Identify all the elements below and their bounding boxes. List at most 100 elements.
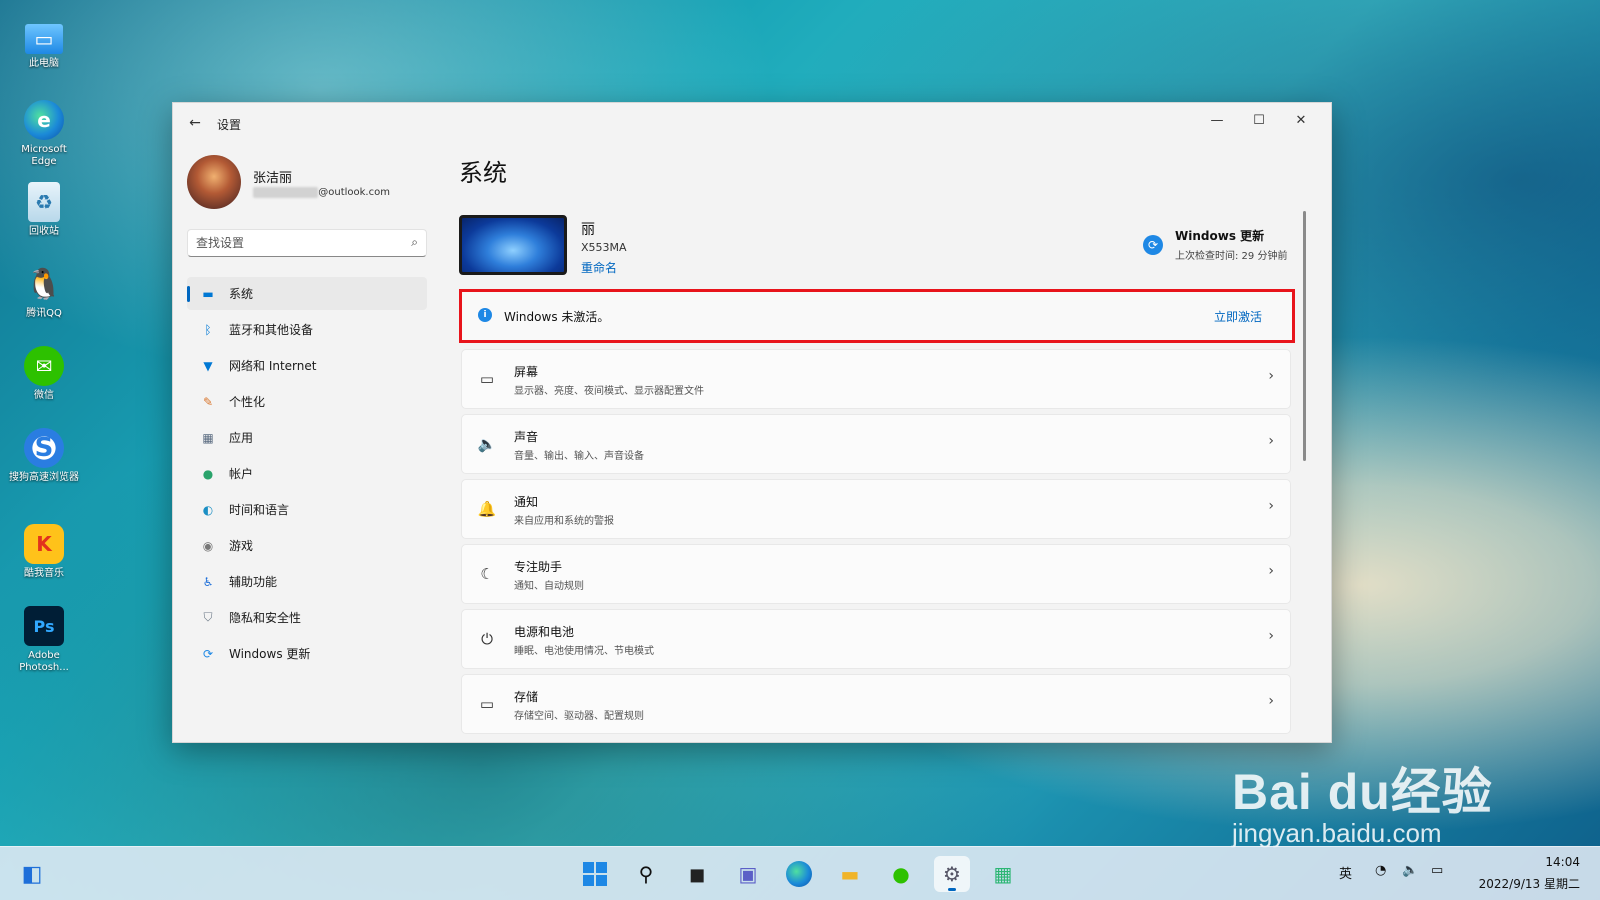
image-app-icon: ▦ <box>993 862 1013 886</box>
monitor-icon: ▭ <box>479 370 495 388</box>
wechat-icon: ✉ <box>24 346 64 386</box>
sidebar-item-time-language[interactable]: ◐ 时间和语言 <box>187 493 427 526</box>
task-view-button[interactable]: ◼ <box>679 856 715 892</box>
power-icon: ⏻ <box>481 630 493 648</box>
search-taskbar-button[interactable]: ⚲ <box>628 856 664 892</box>
sidebar-item-apps[interactable]: ▦ 应用 <box>187 421 427 454</box>
gamepad-icon: ◉ <box>202 538 214 553</box>
settings-card-power[interactable]: ⏻ 电源和电池 睡眠、电池使用情况、节电模式 › <box>461 609 1291 669</box>
desktop-icon-recycle-bin[interactable]: ♻ 回收站 <box>8 182 80 264</box>
chevron-right-icon: › <box>1268 563 1274 579</box>
clock-time[interactable]: 14:04 <box>1545 855 1580 869</box>
battery-icon[interactable]: ▭ <box>1431 863 1443 878</box>
desktop-icon-label: Adobe Photosh... <box>19 650 69 673</box>
card-subtitle: 睡眠、电池使用情况、节电模式 <box>514 646 654 657</box>
folder-icon: ▬ <box>840 862 860 886</box>
desktop-icon-qq[interactable]: 🐧 腾讯QQ <box>8 264 80 346</box>
device-name: 丽 <box>581 222 595 238</box>
main-content: 系统 丽 X553MA 重命名 ⟳ Windows 更新 上次检查时间: 29 … <box>457 143 1317 743</box>
task-view-icon: ◼ <box>688 862 706 886</box>
settings-taskbar-button[interactable]: ⚙ <box>934 856 970 892</box>
desktop-icon-photoshop[interactable]: Ps Adobe Photosh... <box>8 606 80 688</box>
sidebar-item-personalization[interactable]: ✎ 个性化 <box>187 385 427 418</box>
update-title[interactable]: Windows 更新 <box>1175 227 1264 244</box>
sidebar-item-gaming[interactable]: ◉ 游戏 <box>187 529 427 562</box>
accessibility-icon: ♿ <box>202 574 214 589</box>
baidu-watermark: Bai du经验 jingyan.baidu.com <box>1232 752 1493 849</box>
settings-card-notifications[interactable]: 🔔 通知 来自应用和系统的警报 › <box>461 479 1291 539</box>
sidebar-item-privacy[interactable]: ⛉ 隐私和安全性 <box>187 601 427 634</box>
edge-taskbar-button[interactable] <box>781 856 817 892</box>
sidebar-item-windows-update[interactable]: ⟳ Windows 更新 <box>187 637 427 670</box>
settings-card-storage[interactable]: ▭ 存储 存储空间、驱动器、配置规则 › <box>461 674 1291 734</box>
search-icon: ⚲ <box>638 862 654 886</box>
window-title: 设置 <box>217 118 242 132</box>
desktop-icon-sogou[interactable]: S 搜狗高速浏览器 <box>8 428 80 524</box>
card-subtitle: 存储空间、驱动器、配置规则 <box>514 711 644 722</box>
recycle-bin-icon: ♻ <box>28 182 60 222</box>
desktop-icon-edge[interactable]: e Microsoft Edge <box>8 100 80 182</box>
desktop-icon-label: 腾讯QQ <box>26 308 62 319</box>
device-model: X553MA <box>581 241 627 254</box>
avatar <box>187 155 241 209</box>
pen-icon: ✎ <box>202 394 214 409</box>
clock-date[interactable]: 2022/9/13 星期二 <box>1479 875 1580 892</box>
sidebar-item-label: 蓝牙和其他设备 <box>229 323 314 337</box>
settings-card-sound[interactable]: 🔈 声音 音量、输出、输入、声音设备 › <box>461 414 1291 474</box>
volume-icon[interactable]: 🔈 <box>1402 863 1418 878</box>
activate-now-link[interactable]: 立即激活 <box>1214 308 1262 325</box>
sidebar-item-label: 网络和 Internet <box>229 359 317 373</box>
chevron-right-icon: › <box>1268 498 1274 514</box>
desktop-icon-kuwo[interactable]: K 酷我音乐 <box>8 524 80 606</box>
settings-card-focus-assist[interactable]: ☾ 专注助手 通知、自动规则 › <box>461 544 1291 604</box>
desktop-icon-label: Microsoft Edge <box>21 144 67 167</box>
photoshop-icon: Ps <box>24 606 64 646</box>
arrow-left-icon: ← <box>189 115 201 131</box>
search-icon[interactable]: ⌕ <box>411 235 418 250</box>
app-taskbar-button[interactable]: ▦ <box>985 856 1021 892</box>
maximize-button[interactable]: ☐ <box>1239 107 1279 133</box>
card-subtitle: 来自应用和系统的警报 <box>514 516 614 527</box>
settings-card-display[interactable]: ▭ 屏幕 显示器、亮度、夜间模式、显示器配置文件 › <box>461 349 1291 409</box>
desktop-icon-label: 此电脑 <box>29 58 59 69</box>
rename-link[interactable]: 重命名 <box>581 259 617 276</box>
widgets-button[interactable]: ◧ <box>14 856 50 892</box>
edge-icon <box>786 861 812 887</box>
activation-message: Windows 未激活。 <box>504 310 610 324</box>
search-input[interactable] <box>196 234 396 252</box>
sidebar-item-accounts[interactable]: ● 帐户 <box>187 457 427 490</box>
wifi-tray-icon[interactable]: ◔ <box>1375 863 1386 878</box>
sidebar-item-accessibility[interactable]: ♿ 辅助功能 <box>187 565 427 598</box>
wechat-icon: ● <box>892 862 910 886</box>
ime-indicator[interactable]: 英 <box>1339 863 1352 882</box>
chat-button[interactable]: ▣ <box>730 856 766 892</box>
desktop-icon-label: 微信 <box>34 390 54 401</box>
sidebar-item-label: Windows 更新 <box>229 647 311 661</box>
apps-icon: ▦ <box>202 430 214 445</box>
back-button[interactable]: ← <box>183 111 207 135</box>
sidebar-item-bluetooth[interactable]: ᛒ 蓝牙和其他设备 <box>187 313 427 346</box>
user-email-domain: @outlook.com <box>318 187 390 198</box>
desktop-icon-this-pc[interactable]: ▭ 此电脑 <box>8 18 80 100</box>
chevron-right-icon: › <box>1268 628 1274 644</box>
refresh-icon[interactable]: ⟳ <box>1143 235 1163 255</box>
sidebar-item-system[interactable]: ▬ 系统 <box>187 277 427 310</box>
edge-icon: e <box>24 100 64 140</box>
kuwo-music-icon: K <box>24 524 64 564</box>
desktop-icon-label: 回收站 <box>29 226 59 237</box>
account-icon: ● <box>202 466 214 481</box>
file-explorer-button[interactable]: ▬ <box>832 856 868 892</box>
chevron-right-icon: › <box>1268 693 1274 709</box>
update-last-checked: 上次检查时间: 29 分钟前 <box>1175 251 1288 262</box>
sidebar-item-label: 游戏 <box>229 539 254 553</box>
vertical-scrollbar[interactable] <box>1303 211 1306 461</box>
wechat-taskbar-button[interactable]: ● <box>883 856 919 892</box>
minimize-button[interactable]: — <box>1197 107 1237 133</box>
sidebar-item-network[interactable]: ▼ 网络和 Internet <box>187 349 427 382</box>
user-name: 张洁丽 <box>253 171 293 186</box>
storage-icon: ▭ <box>479 695 495 713</box>
start-button[interactable] <box>577 856 613 892</box>
desktop-icon-wechat[interactable]: ✉ 微信 <box>8 346 80 428</box>
close-button[interactable]: ✕ <box>1281 107 1321 133</box>
search-box[interactable]: ⌕ <box>187 229 427 257</box>
